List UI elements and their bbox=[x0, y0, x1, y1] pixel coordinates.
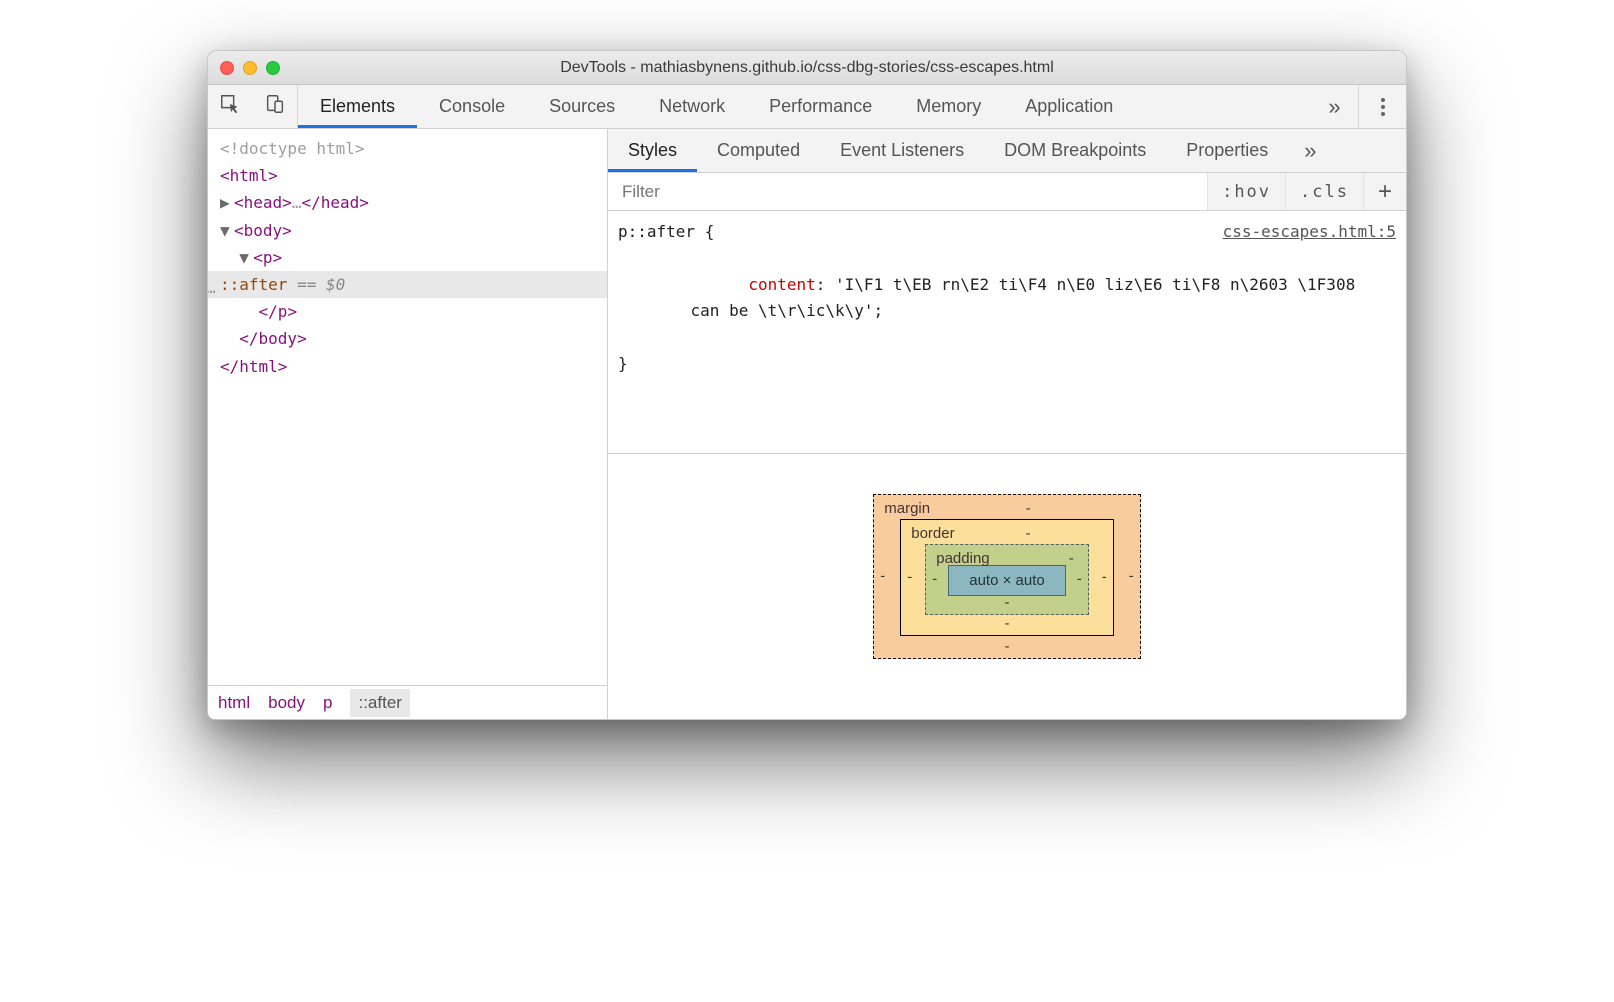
filter-row: :hov .cls + bbox=[608, 173, 1406, 211]
tab-dom-breakpoints[interactable]: DOM Breakpoints bbox=[984, 129, 1166, 172]
tab-event-listeners[interactable]: Event Listeners bbox=[820, 129, 984, 172]
box-content[interactable]: auto × auto bbox=[948, 565, 1065, 596]
border-left: - bbox=[907, 569, 912, 586]
traffic-lights bbox=[220, 61, 280, 75]
close-button[interactable] bbox=[220, 61, 234, 75]
hov-toggle[interactable]: :hov bbox=[1207, 173, 1285, 210]
margin-bottom: - bbox=[1004, 638, 1009, 655]
tab-performance[interactable]: Performance bbox=[747, 85, 894, 128]
prop-value-line1: 'I\F1 t\EB rn\E2 ti\F4 n\E0 liz\E6 ti\F8… bbox=[835, 275, 1355, 294]
crumb-body[interactable]: body bbox=[268, 693, 305, 713]
prop-name: content bbox=[748, 275, 815, 294]
border-label: border bbox=[911, 525, 954, 542]
tab-network[interactable]: Network bbox=[637, 85, 747, 128]
tab-application[interactable]: Application bbox=[1003, 85, 1135, 128]
box-padding[interactable]: padding - - - - auto × auto bbox=[925, 544, 1088, 615]
border-bottom: - bbox=[1004, 615, 1009, 632]
dom-html-close[interactable]: </html> bbox=[220, 357, 287, 376]
device-toggle-icon[interactable] bbox=[264, 93, 286, 120]
box-border[interactable]: border - - - - padding - - - - auto × au… bbox=[900, 519, 1113, 636]
styles-filter-input[interactable] bbox=[608, 182, 1207, 202]
new-style-rule-icon[interactable]: + bbox=[1363, 173, 1406, 210]
tab-properties[interactable]: Properties bbox=[1166, 129, 1288, 172]
dom-p-close[interactable]: </p> bbox=[220, 302, 297, 321]
rule-close: } bbox=[618, 351, 1396, 377]
margin-label: margin bbox=[884, 500, 930, 517]
padding-bottom: - bbox=[1004, 594, 1009, 611]
minimize-button[interactable] bbox=[243, 61, 257, 75]
title-bar: DevTools - mathiasbynens.github.io/css-d… bbox=[208, 51, 1406, 85]
dom-p-open[interactable]: ▼<p> bbox=[220, 248, 282, 267]
styles-tabs: Styles Computed Event Listeners DOM Brea… bbox=[608, 129, 1406, 173]
box-model: margin - - - - border - - - - padding - bbox=[608, 454, 1406, 720]
crumb-after[interactable]: ::after bbox=[350, 689, 409, 717]
margin-top: - bbox=[1026, 500, 1031, 517]
inspect-icon[interactable] bbox=[219, 93, 241, 120]
styles-tabs-overflow-icon[interactable]: » bbox=[1288, 138, 1332, 164]
margin-left: - bbox=[880, 568, 885, 585]
padding-label: padding bbox=[936, 550, 989, 567]
devtools-window: DevTools - mathiasbynens.github.io/css-d… bbox=[207, 50, 1407, 720]
padding-top: - bbox=[1069, 550, 1074, 567]
tab-sources[interactable]: Sources bbox=[527, 85, 637, 128]
border-top: - bbox=[1026, 525, 1031, 542]
tab-computed[interactable]: Computed bbox=[697, 129, 820, 172]
dom-html-open[interactable]: <html> bbox=[220, 166, 278, 185]
kebab-menu-icon[interactable] bbox=[1358, 85, 1406, 128]
border-right: - bbox=[1102, 569, 1107, 586]
zoom-button[interactable] bbox=[266, 61, 280, 75]
rule-source-link[interactable]: css-escapes.html:5 bbox=[1223, 219, 1396, 245]
tabs-overflow-icon[interactable]: » bbox=[1310, 85, 1358, 128]
styles-panel: Styles Computed Event Listeners DOM Brea… bbox=[608, 129, 1406, 719]
tab-console[interactable]: Console bbox=[417, 85, 527, 128]
prop-value-line2: can be \t\r\ic\k\y'; bbox=[691, 301, 884, 320]
dom-head[interactable]: ▶<head>…</head> bbox=[220, 193, 369, 212]
panels: <!doctype html> <html> ▶<head>…</head> ▼… bbox=[208, 129, 1406, 719]
dom-tree[interactable]: <!doctype html> <html> ▶<head>…</head> ▼… bbox=[208, 129, 607, 685]
window-title: DevTools - mathiasbynens.github.io/css-d… bbox=[208, 59, 1406, 77]
crumb-p[interactable]: p bbox=[323, 693, 332, 713]
dom-selected-node[interactable]: ::after == $0 bbox=[208, 271, 607, 298]
style-rule[interactable]: p::after { css-escapes.html:5 content: '… bbox=[608, 211, 1406, 454]
cls-toggle[interactable]: .cls bbox=[1285, 173, 1363, 210]
inspect-tools bbox=[208, 85, 298, 128]
tab-memory[interactable]: Memory bbox=[894, 85, 1003, 128]
main-toolbar: Elements Console Sources Network Perform… bbox=[208, 85, 1406, 129]
dom-body-open[interactable]: ▼<body> bbox=[220, 221, 292, 240]
crumb-html[interactable]: html bbox=[218, 693, 250, 713]
padding-right: - bbox=[1077, 571, 1082, 588]
tab-elements[interactable]: Elements bbox=[298, 85, 417, 128]
elements-panel: <!doctype html> <html> ▶<head>…</head> ▼… bbox=[208, 129, 608, 719]
dom-body-close[interactable]: </body> bbox=[220, 329, 307, 348]
box-margin[interactable]: margin - - - - border - - - - padding - bbox=[873, 494, 1140, 659]
rule-selector: p::after { bbox=[618, 219, 714, 245]
tab-styles[interactable]: Styles bbox=[608, 129, 697, 172]
dom-doctype: <!doctype html> bbox=[220, 139, 365, 158]
margin-right: - bbox=[1129, 568, 1134, 585]
padding-left: - bbox=[932, 571, 937, 588]
main-tabs: Elements Console Sources Network Perform… bbox=[298, 85, 1310, 128]
breadcrumb: html body p ::after bbox=[208, 685, 607, 719]
